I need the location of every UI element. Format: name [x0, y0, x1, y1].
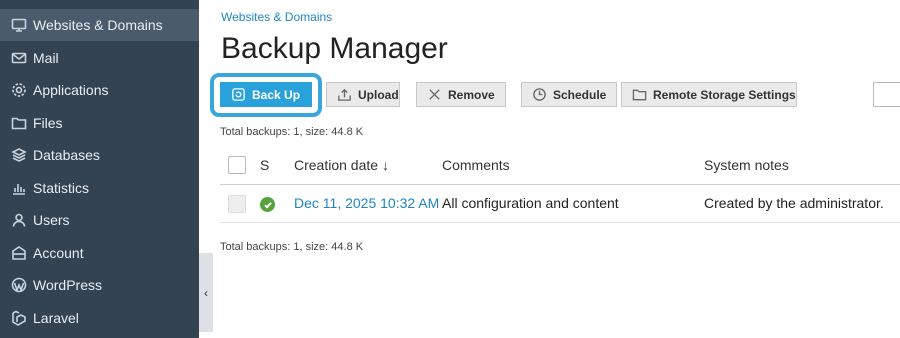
remote-storage-settings-label: Remote Storage Settings [653, 87, 796, 102]
folder-icon [11, 115, 27, 131]
select-all-checkbox[interactable] [228, 156, 246, 174]
sidebar-item-wordpress[interactable]: WordPress [0, 269, 199, 301]
column-header-creation-date[interactable]: Creation date ↓ [294, 157, 389, 173]
gear-icon [11, 82, 27, 98]
backup-icon [232, 88, 245, 101]
backup-summary-bottom: Total backups: 1, size: 44.8 K [220, 241, 364, 253]
sidebar-item-label: Statistics [33, 180, 90, 196]
column-header-comments[interactable]: Comments [442, 157, 510, 173]
row-checkbox[interactable] [228, 195, 246, 213]
schedule-button[interactable]: Schedule [521, 82, 617, 107]
sidebar: Websites & Domains Mail Applications Fil… [0, 0, 199, 338]
sidebar-item-label: Files [33, 115, 63, 131]
column-header-status[interactable]: S [260, 157, 269, 173]
mail-icon [11, 50, 27, 66]
success-check-icon [260, 197, 275, 212]
wordpress-icon [11, 277, 27, 293]
sidebar-item-label: Websites & Domains [33, 17, 163, 33]
sidebar-item-laravel[interactable]: Laravel [0, 302, 199, 334]
sidebar-item-label: Databases [33, 147, 100, 163]
remote-storage-settings-button[interactable]: Remote Storage Settings [621, 82, 797, 107]
sidebar-item-statistics[interactable]: Statistics [0, 172, 199, 204]
upload-icon [338, 88, 351, 101]
sidebar-item-account[interactable]: Account [0, 237, 199, 269]
sidebar-item-files[interactable]: Files [0, 107, 199, 139]
close-icon [429, 89, 440, 100]
backup-comment: All configuration and content [442, 195, 619, 211]
schedule-label: Schedule [553, 87, 607, 102]
table-header-divider [220, 184, 900, 185]
sidebar-item-label: Account [33, 245, 84, 261]
sidebar-item-label: Mail [33, 50, 59, 66]
backup-date-link[interactable]: Dec 11, 2025 10:32 AM [294, 195, 439, 211]
sidebar-item-applications[interactable]: Applications [0, 74, 199, 106]
chevron-left-icon: ‹ [204, 285, 208, 300]
sidebar-collapse-button[interactable]: ‹ [199, 253, 213, 332]
upload-label: Upload [358, 87, 399, 102]
sidebar-item-label: Laravel [33, 310, 79, 326]
column-header-system-notes[interactable]: System notes [704, 157, 789, 173]
upload-button[interactable]: Upload [326, 82, 400, 107]
breadcrumb[interactable]: Websites & Domains [221, 10, 332, 24]
sidebar-item-websites-domains[interactable]: Websites & Domains [0, 9, 199, 41]
folder-icon [632, 89, 647, 101]
account-icon [11, 245, 27, 261]
backup-system-note: Created by the administrator. [704, 195, 884, 211]
remove-label: Remove [448, 87, 495, 102]
search-input[interactable] [873, 82, 900, 107]
sidebar-item-databases[interactable]: Databases [0, 139, 199, 171]
user-icon [11, 212, 27, 228]
sidebar-item-users[interactable]: Users [0, 204, 199, 236]
back-up-label: Back Up [252, 87, 301, 102]
monitor-icon [11, 17, 27, 33]
sidebar-item-label: WordPress [33, 277, 102, 293]
sidebar-item-label: Applications [33, 82, 109, 98]
remove-button[interactable]: Remove [416, 82, 506, 107]
database-icon [11, 147, 27, 163]
back-up-button[interactable]: Back Up [220, 82, 312, 107]
bar-chart-icon [11, 180, 27, 196]
laravel-icon [11, 310, 27, 326]
backup-summary-top: Total backups: 1, size: 44.8 K [220, 126, 364, 138]
clock-icon [533, 88, 546, 101]
page-title: Backup Manager [221, 32, 448, 65]
sidebar-item-label: Users [33, 212, 70, 228]
table-row-divider [220, 222, 900, 223]
sidebar-item-mail[interactable]: Mail [0, 42, 199, 74]
